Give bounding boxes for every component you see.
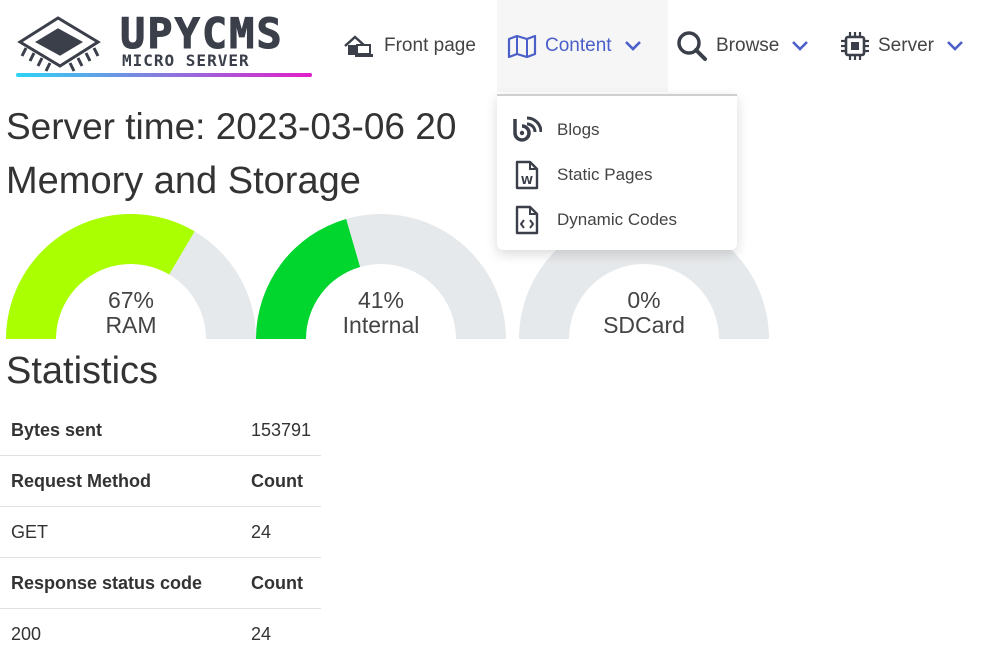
svg-text:W: W (521, 174, 533, 187)
gauge-value: 0% (519, 287, 769, 314)
internal-gauge: 41% Internal (256, 214, 506, 339)
count-cell: 24 (241, 507, 321, 558)
table-row: Bytes sent 153791 (0, 405, 321, 456)
status-code-cell: 200 (0, 609, 241, 659)
table-row: GET 24 (0, 507, 321, 558)
table-row: Request Method Count (0, 456, 321, 507)
cpu-icon (840, 31, 870, 61)
file-code-icon (497, 205, 557, 235)
count-header: Count (241, 558, 321, 609)
nav-server-label: Server (878, 35, 934, 57)
gauge-label: Internal (256, 312, 506, 339)
dropdown-item-label: Blogs (557, 120, 600, 140)
method-cell: GET (0, 507, 241, 558)
dropdown-item-label: Static Pages (557, 165, 652, 185)
gauge-value: 67% (6, 287, 256, 314)
gauge-value: 41% (256, 287, 506, 314)
count-cell: 24 (241, 609, 321, 659)
gauge-label: RAM (6, 312, 256, 339)
request-method-header: Request Method (0, 456, 241, 507)
chevron-down-icon (946, 40, 964, 52)
site-logo[interactable]: UPYCMS MICRO SERVER (14, 8, 314, 80)
count-header: Count (241, 456, 321, 507)
server-time: Server time: 2023-03-06 20 (6, 106, 456, 148)
map-icon (507, 34, 537, 58)
nav-content[interactable]: Content (497, 0, 668, 92)
chevron-down-icon (791, 40, 809, 52)
chevron-down-icon (624, 40, 642, 52)
nav-front-page-label: Front page (384, 35, 476, 57)
dropdown-item-label: Dynamic Codes (557, 210, 677, 230)
dropdown-item-blogs[interactable]: Blogs (497, 108, 737, 152)
file-word-icon: W (497, 160, 557, 190)
bytes-sent-label: Bytes sent (0, 405, 241, 456)
table-row: 200 24 (0, 609, 321, 659)
nav-browse[interactable]: Browse (676, 0, 809, 92)
dropdown-item-static-pages[interactable]: W Static Pages (497, 153, 737, 197)
content-dropdown-menu: Blogs W Static Pages Dynamic Codes (497, 94, 737, 250)
home-laptop-icon (344, 34, 376, 58)
statistics-heading: Statistics (6, 350, 158, 393)
nav-front-page[interactable]: Front page (344, 0, 476, 92)
chip-logo-icon: UPYCMS MICRO SERVER (14, 8, 314, 80)
bytes-sent-value: 153791 (241, 405, 321, 456)
ram-gauge: 67% RAM (6, 214, 256, 339)
nav-server[interactable]: Server (840, 0, 964, 92)
statistics-table: Bytes sent 153791 Request Method Count G… (0, 405, 321, 659)
gauge-label: SDCard (519, 312, 769, 339)
memory-storage-heading: Memory and Storage (6, 160, 361, 203)
nav-content-label: Content (545, 35, 612, 57)
table-row: Response status code Count (0, 558, 321, 609)
response-status-header: Response status code (0, 558, 241, 609)
nav-browse-label: Browse (716, 35, 779, 57)
search-icon (676, 30, 708, 62)
dropdown-item-dynamic-codes[interactable]: Dynamic Codes (497, 198, 737, 242)
blog-icon (497, 115, 557, 145)
logo-subtitle: MICRO SERVER (122, 51, 250, 70)
